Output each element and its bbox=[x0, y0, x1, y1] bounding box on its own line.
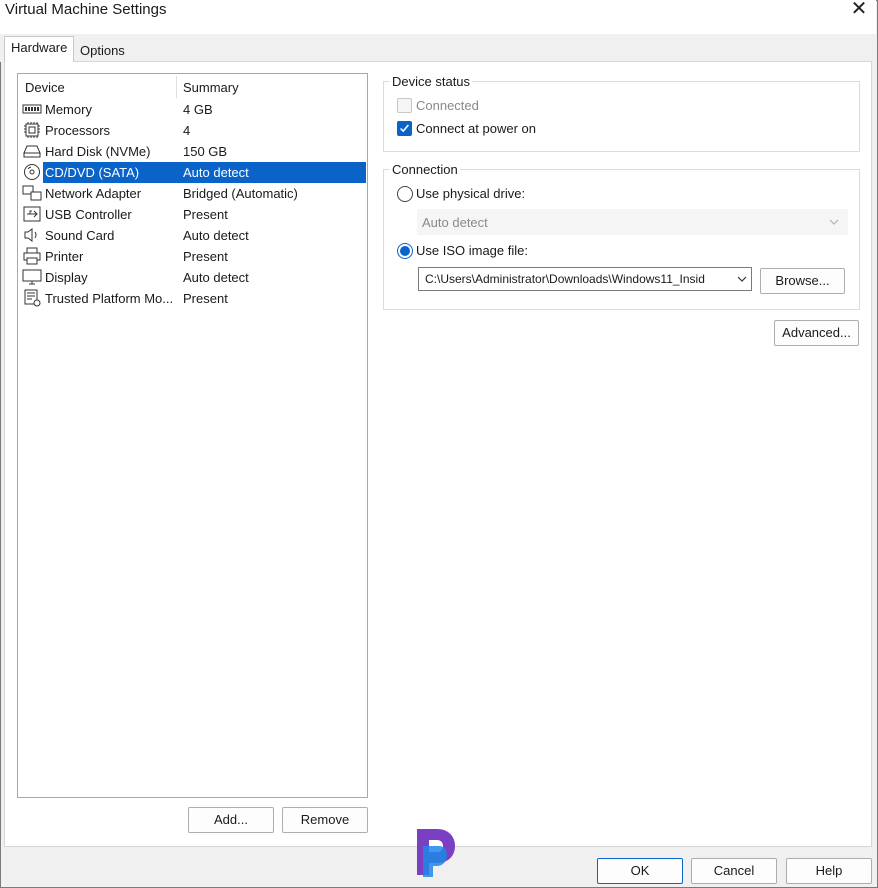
device-summary: 4 bbox=[183, 123, 191, 138]
device-summary: Auto detect bbox=[183, 165, 249, 180]
connected-label: Connected bbox=[416, 98, 479, 113]
browse-button[interactable]: Browse... bbox=[760, 268, 845, 294]
device-name: Sound Card bbox=[45, 228, 115, 243]
device-row-processors[interactable]: Processors 4 bbox=[19, 120, 366, 141]
device-name: Printer bbox=[45, 249, 84, 264]
title-bar: Virtual Machine Settings ✕ bbox=[0, 0, 876, 34]
tab-options[interactable]: Options bbox=[74, 40, 134, 64]
column-header-summary[interactable]: Summary bbox=[183, 80, 239, 95]
network-adapter-icon bbox=[22, 185, 42, 201]
close-icon[interactable]: ✕ bbox=[848, 0, 870, 20]
device-summary: Present bbox=[183, 207, 228, 222]
connected-checkbox[interactable] bbox=[397, 98, 412, 113]
tpm-icon bbox=[24, 289, 41, 307]
device-name: Memory bbox=[45, 102, 92, 117]
device-row-display[interactable]: Display Auto detect bbox=[19, 267, 366, 288]
device-row-network-adapter[interactable]: Network Adapter Bridged (Automatic) bbox=[19, 183, 366, 204]
device-status-group bbox=[383, 81, 860, 152]
cancel-button[interactable]: Cancel bbox=[691, 858, 777, 884]
device-name: Processors bbox=[45, 123, 111, 138]
use-iso-image-radio[interactable] bbox=[397, 243, 413, 259]
device-row-usb-controller[interactable]: USB Controller Present bbox=[19, 204, 366, 225]
device-row-cd-dvd[interactable]: CD/DVD (SATA) Auto detect bbox=[19, 162, 366, 183]
physical-drive-dropdown[interactable]: Auto detect bbox=[417, 209, 848, 235]
add-button[interactable]: Add... bbox=[188, 807, 274, 833]
help-button[interactable]: Help bbox=[786, 858, 872, 884]
advanced-button[interactable]: Advanced... bbox=[774, 320, 859, 346]
device-status-title: Device status bbox=[390, 74, 473, 89]
device-name: USB Controller bbox=[45, 207, 132, 222]
device-name: Hard Disk (NVMe) bbox=[45, 144, 151, 159]
device-summary: Auto detect bbox=[183, 270, 249, 285]
tab-hardware[interactable]: Hardware bbox=[4, 36, 74, 62]
chevron-down-icon[interactable] bbox=[737, 274, 747, 284]
device-summary: Bridged (Automatic) bbox=[183, 186, 298, 201]
checkmark-icon bbox=[400, 124, 409, 133]
remove-button[interactable]: Remove bbox=[282, 807, 368, 833]
cd-dvd-icon bbox=[24, 164, 40, 180]
device-name: Trusted Platform Mo... bbox=[45, 291, 174, 306]
window-title: Virtual Machine Settings bbox=[5, 1, 167, 18]
device-row-sound-card[interactable]: Sound Card Auto detect bbox=[19, 225, 366, 246]
device-summary: Present bbox=[183, 249, 228, 264]
use-iso-image-label: Use ISO image file: bbox=[416, 243, 528, 258]
usb-icon bbox=[23, 206, 41, 222]
monitor-icon bbox=[22, 269, 42, 285]
device-summary: Auto detect bbox=[183, 228, 249, 243]
column-divider bbox=[176, 76, 177, 98]
brand-logo-icon bbox=[417, 829, 455, 877]
column-header-device[interactable]: Device bbox=[25, 80, 65, 95]
device-summary: 4 GB bbox=[183, 102, 213, 117]
device-summary: Present bbox=[183, 291, 228, 306]
printer-icon bbox=[23, 247, 41, 265]
device-row-printer[interactable]: Printer Present bbox=[19, 246, 366, 267]
device-summary: 150 GB bbox=[183, 144, 228, 159]
device-name: CD/DVD (SATA) bbox=[45, 165, 140, 180]
iso-path-combobox[interactable]: C:\Users\Administrator\Downloads\Windows… bbox=[418, 267, 752, 291]
use-physical-drive-radio[interactable] bbox=[397, 186, 413, 202]
use-physical-drive-label: Use physical drive: bbox=[416, 186, 526, 201]
connect-at-power-on-label: Connect at power on bbox=[416, 121, 536, 136]
connect-at-power-on-checkbox[interactable] bbox=[397, 121, 412, 136]
iso-path-value: C:\Users\Administrator\Downloads\Windows… bbox=[425, 272, 705, 286]
hard-disk-icon bbox=[23, 145, 41, 158]
memory-icon bbox=[22, 104, 42, 114]
physical-drive-value: Auto detect bbox=[422, 215, 488, 230]
device-name: Display bbox=[45, 270, 88, 285]
processor-icon bbox=[24, 122, 40, 138]
device-name: Network Adapter bbox=[45, 186, 142, 201]
chevron-down-icon bbox=[829, 219, 839, 225]
speaker-icon bbox=[24, 228, 37, 242]
connection-title: Connection bbox=[390, 162, 460, 177]
ok-button[interactable]: OK bbox=[597, 858, 683, 884]
device-row-tpm[interactable]: Trusted Platform Mo... Present bbox=[19, 288, 366, 309]
device-row-memory[interactable]: Memory 4 GB bbox=[19, 99, 366, 120]
device-row-hard-disk[interactable]: Hard Disk (NVMe) 150 GB bbox=[19, 141, 366, 162]
